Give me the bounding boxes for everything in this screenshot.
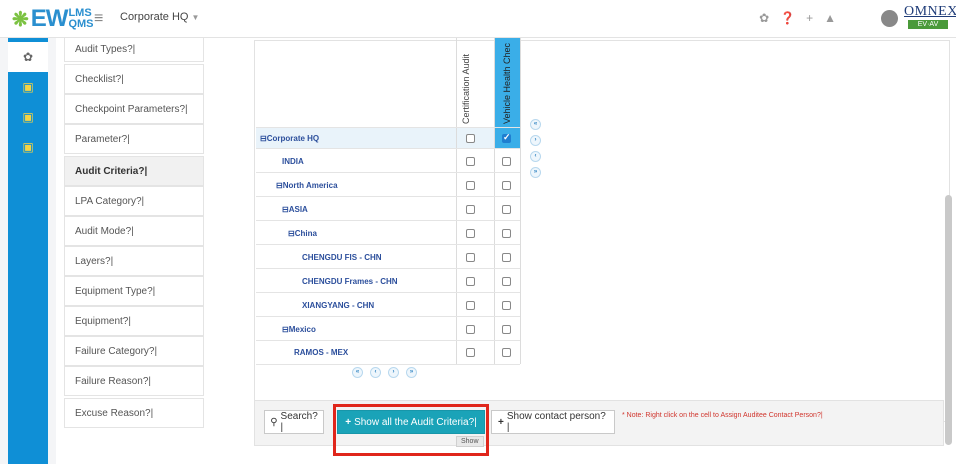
checkbox-corporate-certification[interactable] [466,134,475,143]
caret-down-icon: ▼ [191,13,200,22]
last-row-icon[interactable]: » [530,167,541,178]
search-button[interactable]: ⚲ Search?| [264,410,324,434]
brand-sub: EV·AV [908,20,948,29]
highlight-outline [333,404,489,456]
add-icon[interactable]: + [806,11,813,25]
menu-item-audit-types[interactable]: Audit Types?| [64,38,204,62]
menu-item-lpa-category[interactable]: LPA Category?| [64,186,204,216]
tree-node-chengdu-frames[interactable]: CHENGDU Frames - CHN [302,277,398,286]
checkbox-india-certification[interactable] [466,157,475,166]
checkbox-mexico-vehicle-health[interactable] [502,325,511,334]
app-logo[interactable]: ❋ EW LMS QMS [12,5,94,33]
settings-menu: Audit Types?| Checklist?| Checkpoint Par… [56,38,230,464]
checkbox-chengdu-frames-certification[interactable] [466,277,475,286]
checkbox-mexico-certification[interactable] [466,325,475,334]
tree-node-mexico[interactable]: ⊟Mexico [282,325,316,334]
vertical-scrollbar[interactable] [945,195,952,445]
first-row-icon[interactable]: « [530,119,541,130]
tree-node-north-america[interactable]: ⊟North America [276,181,338,190]
search-button-label: Search?| [280,411,318,433]
menu-item-parameter[interactable]: Parameter?| [64,124,204,154]
menu-item-checkpoint-parameters[interactable]: Checkpoint Parameters?| [64,94,204,124]
last-page-icon[interactable]: » [406,367,417,378]
prev-row-icon[interactable]: ‹ [530,151,541,162]
checkbox-ramos-certification[interactable] [466,348,475,357]
module-icon-2[interactable]: ▣ [8,102,48,132]
tree-node-ramos[interactable]: RAMOS - MEX [294,348,348,357]
logo-main-text: EW [30,5,69,32]
next-page-icon[interactable]: › [388,367,399,378]
help-icon[interactable]: ❓ [780,11,795,25]
plus-icon: + [498,416,504,428]
hamburger-icon[interactable]: ≡ [94,10,103,28]
settings-icon[interactable]: ✿ [759,11,769,25]
menu-item-audit-mode[interactable]: Audit Mode?| [64,216,204,246]
module-icon-3[interactable]: ▣ [8,132,48,162]
site-selector[interactable]: Corporate HQ ▼ [120,11,199,23]
assign-contact-note: * Note: Right click on the cell to Assig… [622,412,823,419]
checkbox-north-america-certification[interactable] [466,181,475,190]
bell-icon[interactable]: ▲ [824,11,836,25]
tree-node-india[interactable]: INDIA [282,157,304,166]
checkbox-china-certification[interactable] [466,229,475,238]
top-bar: ❋ EW LMS QMS ≡ Corporate HQ ▼ ✿ ❓ + ▲ OMN… [0,0,956,38]
show-contact-person-button[interactable]: + Show contact person?| [491,410,615,434]
tree-node-xiangyang[interactable]: XIANGYANG - CHN [302,301,374,310]
brand-name: OMNEX [904,4,956,19]
search-icon: ⚲ [270,416,278,428]
menu-item-failure-reason[interactable]: Failure Reason?| [64,366,204,396]
checkbox-asia-vehicle-health[interactable] [502,205,511,214]
checkbox-chengdu-fis-vehicle-health[interactable] [502,253,511,262]
brand-logo: OMNEX EV·AV [904,4,956,32]
menu-item-layers[interactable]: Layers?| [64,246,204,276]
checkbox-xiangyang-vehicle-health[interactable] [502,301,511,310]
checkbox-xiangyang-certification[interactable] [466,301,475,310]
module-icon-1[interactable]: ▣ [8,72,48,102]
checkbox-asia-certification[interactable] [466,205,475,214]
grid-divider [520,38,521,364]
checkbox-chengdu-frames-vehicle-health[interactable] [502,277,511,286]
menu-item-checklist[interactable]: Checklist?| [64,64,204,94]
checkbox-north-america-vehicle-health[interactable] [502,181,511,190]
checkbox-india-vehicle-health[interactable] [502,157,511,166]
prev-page-icon[interactable]: ‹ [370,367,381,378]
tree-node-asia[interactable]: ⊟ASIA [282,205,308,214]
left-rail: ✿ ▣ ▣ ▣ [8,38,48,464]
checkbox-ramos-vehicle-health[interactable] [502,348,511,357]
next-row-icon[interactable]: › [530,135,541,146]
menu-item-failure-category[interactable]: Failure Category?| [64,336,204,366]
menu-item-equipment[interactable]: Equipment?| [64,306,204,336]
menu-item-audit-criteria[interactable]: Audit Criteria?| [64,156,204,186]
show-contact-button-label: Show contact person?| [506,411,606,433]
checkbox-china-vehicle-health[interactable] [502,229,511,238]
logo-bottom-text: QMS [68,18,94,30]
first-page-icon[interactable]: « [352,367,363,378]
tree-node-chengdu-fis[interactable]: CHENGDU FIS - CHN [302,253,382,262]
gear-icon[interactable]: ✿ [8,42,48,72]
tree-node-corporate-hq[interactable]: ⊟Corporate HQ [260,134,319,143]
menu-item-excuse-reason[interactable]: Excuse Reason?| [64,398,204,428]
tree-node-china[interactable]: ⊟China [288,229,317,238]
avatar[interactable] [881,10,898,27]
column-header-vehicle-health: Vehicle Health Chec [502,42,512,124]
column-header-certification-audit: Certification Audit [461,53,471,124]
checkbox-corporate-vehicle-health[interactable] [502,132,511,143]
menu-item-equipment-type[interactable]: Equipment Type?| [64,276,204,306]
site-selector-value: Corporate HQ [120,11,189,23]
checkbox-chengdu-fis-certification[interactable] [466,253,475,262]
flower-icon: ❋ [12,8,29,31]
